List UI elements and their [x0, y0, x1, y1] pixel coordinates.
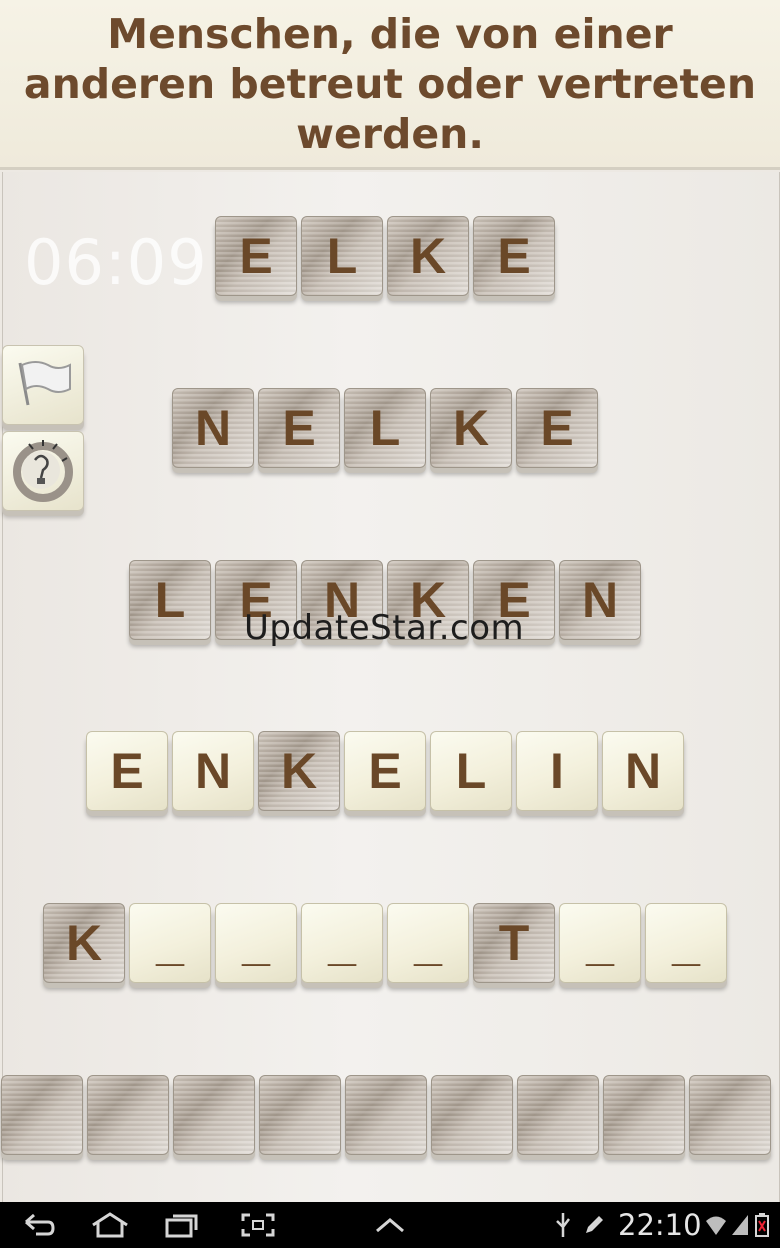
letter-tile: E — [473, 216, 555, 296]
up-chevron-icon[interactable] — [374, 1210, 406, 1240]
clue-text: Menschen, die von einer anderen betreut … — [23, 9, 757, 158]
give-up-button[interactable] — [2, 345, 84, 425]
edit-icon — [582, 1210, 606, 1240]
letter-tile: E — [344, 731, 426, 811]
letter-tile: L — [430, 731, 512, 811]
blank-letter-tile[interactable]: _ — [129, 903, 211, 983]
status-clock: 22:10 — [618, 1208, 702, 1242]
letter-rack — [1, 1075, 775, 1159]
letter-tile: K — [258, 731, 340, 811]
blank-letter-tile[interactable]: _ — [559, 903, 641, 983]
blank-letter-tile[interactable]: _ — [387, 903, 469, 983]
blank-letter-tile[interactable]: _ — [645, 903, 727, 983]
usb-icon — [553, 1210, 573, 1240]
letter-tile: N — [172, 388, 254, 468]
word-row-5-answer: K _ _ _ _ T _ _ — [43, 903, 731, 987]
letter-tile: I — [516, 731, 598, 811]
letter-tile: N — [559, 560, 641, 640]
letter-tile[interactable]: K — [43, 903, 125, 983]
back-icon[interactable] — [22, 1210, 56, 1240]
hint-button[interactable] — [2, 431, 84, 511]
rack-tile[interactable] — [345, 1075, 427, 1155]
rack-tile[interactable] — [517, 1075, 599, 1155]
home-icon[interactable] — [90, 1210, 130, 1240]
letter-tile: K — [387, 216, 469, 296]
rack-tile[interactable] — [689, 1075, 771, 1155]
lightbulb-icon — [7, 436, 79, 506]
wifi-icon — [704, 1210, 728, 1240]
letter-tile: L — [344, 388, 426, 468]
rack-tile[interactable] — [431, 1075, 513, 1155]
letter-tile: E — [215, 216, 297, 296]
letter-tile: L — [301, 216, 383, 296]
system-navbar: 22:10 — [0, 1202, 780, 1248]
watermark-text: UpdateStar.com — [244, 608, 525, 648]
rack-tile[interactable] — [259, 1075, 341, 1155]
letter-tile: E — [516, 388, 598, 468]
rack-tile[interactable] — [1, 1075, 83, 1155]
letter-tile: N — [172, 731, 254, 811]
rack-tile[interactable] — [603, 1075, 685, 1155]
letter-tile: K — [430, 388, 512, 468]
letter-tile[interactable]: T — [473, 903, 555, 983]
recent-apps-icon[interactable] — [164, 1210, 200, 1240]
letter-tile: E — [258, 388, 340, 468]
rack-tile[interactable] — [173, 1075, 255, 1155]
signal-icon — [730, 1210, 750, 1240]
clue-header: Menschen, die von einer anderen betreut … — [0, 0, 780, 170]
battery-icon — [754, 1210, 770, 1240]
screenshot-icon[interactable] — [240, 1210, 276, 1240]
flag-icon — [12, 355, 74, 415]
blank-letter-tile[interactable]: _ — [301, 903, 383, 983]
rack-tile[interactable] — [87, 1075, 169, 1155]
blank-letter-tile[interactable]: _ — [215, 903, 297, 983]
letter-tile: L — [129, 560, 211, 640]
word-row-2: NELKE — [172, 388, 602, 472]
word-row-1: ELKE — [215, 216, 559, 300]
letter-tile: N — [602, 731, 684, 811]
word-row-4: ENKELIN — [86, 731, 688, 815]
timer: 06:09 — [24, 226, 208, 299]
letter-tile: E — [86, 731, 168, 811]
game-board — [2, 172, 780, 1202]
